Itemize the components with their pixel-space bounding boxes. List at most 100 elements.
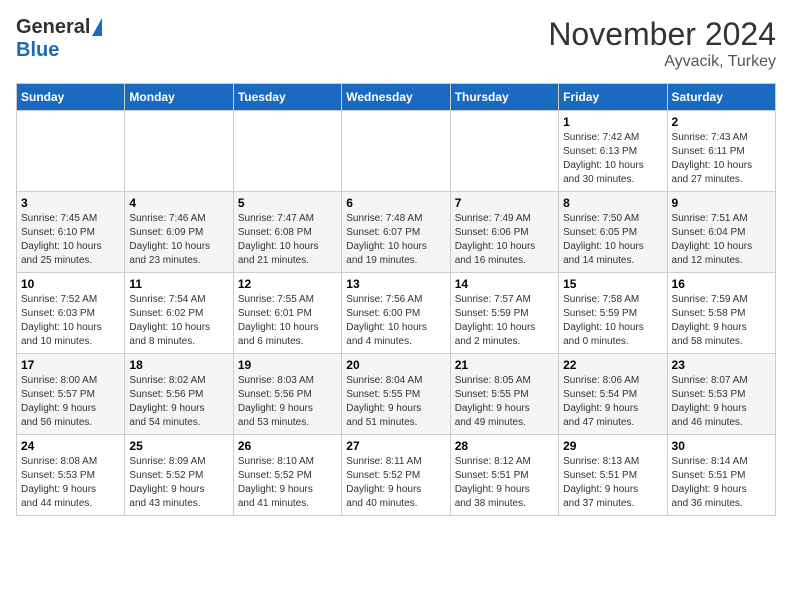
day-number: 14 — [455, 277, 554, 291]
calendar-cell: 25Sunrise: 8:09 AM Sunset: 5:52 PM Dayli… — [125, 435, 233, 516]
calendar-cell: 16 Sunrise: 7:59 AM Sunset: 5:58 PM Dayli… — [667, 273, 775, 354]
day-number: 16 — [672, 277, 771, 291]
day-info: Sunrise: 7:49 AM Sunset: 6:06 PM Dayligh… — [455, 212, 554, 268]
calendar-cell: 9 Sunrise: 7:51 AM Sunset: 6:04 PM Daylig… — [667, 192, 775, 273]
day-number: 18 — [129, 358, 228, 372]
calendar-cell: 22 Sunrise: 8:06 AM Sunset: 5:54 PM Dayli… — [559, 354, 667, 435]
day-number: 21 — [455, 358, 554, 372]
page-header: General Blue November 2024 Ayvacik, Turk… — [16, 16, 776, 71]
day-number: 23 — [672, 358, 771, 372]
calendar-week-row: 24 Sunrise: 8:08 AM Sunset: 5:53 PM Dayli… — [17, 435, 776, 516]
day-info: Sunrise: 8:05 AM Sunset: 5:55 PM Dayligh… — [455, 374, 554, 430]
day-info: Sunrise: 8:02 AM Sunset: 5:56 PM Dayligh… — [129, 374, 228, 430]
calendar-cell: 18 Sunrise: 8:02 AM Sunset: 5:56 PM Dayli… — [125, 354, 233, 435]
day-info: Sunrise: 7:48 AM Sunset: 6:07 PM Dayligh… — [346, 212, 445, 268]
weekday-header-saturday: Saturday — [667, 84, 775, 111]
day-number: 11 — [129, 277, 228, 291]
day-info: Sunrise: 7:56 AM Sunset: 6:00 PM Dayligh… — [346, 293, 445, 349]
day-number: 17 — [21, 358, 120, 372]
calendar-cell: 10Sunrise: 7:52 AM Sunset: 6:03 PM Dayli… — [17, 273, 125, 354]
calendar-cell: 11 Sunrise: 7:54 AM Sunset: 6:02 PM Dayli… — [125, 273, 233, 354]
weekday-header-tuesday: Tuesday — [233, 84, 341, 111]
day-number: 30 — [672, 439, 771, 453]
weekday-header-thursday: Thursday — [450, 84, 558, 111]
location-text: Ayvacik, Turkey — [548, 53, 776, 71]
day-info: Sunrise: 8:07 AM Sunset: 5:53 PM Dayligh… — [672, 374, 771, 430]
calendar-table: SundayMondayTuesdayWednesdayThursdayFrid… — [16, 83, 776, 516]
calendar-cell — [342, 111, 450, 192]
logo-triangle-icon — [92, 18, 102, 36]
calendar-cell: 17 Sunrise: 8:00 AM Sunset: 5:57 PM Dayli… — [17, 354, 125, 435]
day-number: 29 — [563, 439, 662, 453]
title-block: November 2024 Ayvacik, Turkey — [548, 16, 776, 71]
day-info: Sunrise: 7:57 AM Sunset: 5:59 PM Dayligh… — [455, 293, 554, 349]
day-info: Sunrise: 8:08 AM Sunset: 5:53 PM Dayligh… — [21, 455, 120, 511]
calendar-cell — [125, 111, 233, 192]
day-number: 9 — [672, 196, 771, 210]
calendar-cell: 13 Sunrise: 7:56 AM Sunset: 6:00 PM Dayli… — [342, 273, 450, 354]
weekday-header-monday: Monday — [125, 84, 233, 111]
calendar-cell: 4Sunrise: 7:46 AM Sunset: 6:09 PM Daylig… — [125, 192, 233, 273]
calendar-cell: 6 Sunrise: 7:48 AM Sunset: 6:07 PM Daylig… — [342, 192, 450, 273]
calendar-week-row: 1Sunrise: 7:42 AM Sunset: 6:13 PM Daylig… — [17, 111, 776, 192]
day-info: Sunrise: 8:11 AM Sunset: 5:52 PM Dayligh… — [346, 455, 445, 511]
day-number: 8 — [563, 196, 662, 210]
day-number: 3 — [21, 196, 120, 210]
calendar-cell: 1Sunrise: 7:42 AM Sunset: 6:13 PM Daylig… — [559, 111, 667, 192]
calendar-cell: 28 Sunrise: 8:12 AM Sunset: 5:51 PM Dayli… — [450, 435, 558, 516]
day-number: 28 — [455, 439, 554, 453]
day-info: Sunrise: 7:43 AM Sunset: 6:11 PM Dayligh… — [672, 131, 771, 187]
calendar-cell: 24 Sunrise: 8:08 AM Sunset: 5:53 PM Dayli… — [17, 435, 125, 516]
calendar-cell: 5 Sunrise: 7:47 AM Sunset: 6:08 PM Daylig… — [233, 192, 341, 273]
day-number: 26 — [238, 439, 337, 453]
day-number: 10 — [21, 277, 120, 291]
day-info: Sunrise: 7:42 AM Sunset: 6:13 PM Dayligh… — [563, 131, 662, 187]
day-number: 22 — [563, 358, 662, 372]
day-info: Sunrise: 7:45 AM Sunset: 6:10 PM Dayligh… — [21, 212, 120, 268]
day-info: Sunrise: 8:12 AM Sunset: 5:51 PM Dayligh… — [455, 455, 554, 511]
day-number: 7 — [455, 196, 554, 210]
day-number: 15 — [563, 277, 662, 291]
day-info: Sunrise: 7:59 AM Sunset: 5:58 PM Dayligh… — [672, 293, 771, 349]
day-number: 25 — [129, 439, 228, 453]
day-info: Sunrise: 8:03 AM Sunset: 5:56 PM Dayligh… — [238, 374, 337, 430]
calendar-cell: 2Sunrise: 7:43 AM Sunset: 6:11 PM Daylig… — [667, 111, 775, 192]
day-info: Sunrise: 8:10 AM Sunset: 5:52 PM Dayligh… — [238, 455, 337, 511]
calendar-cell: 7 Sunrise: 7:49 AM Sunset: 6:06 PM Daylig… — [450, 192, 558, 273]
calendar-cell — [450, 111, 558, 192]
calendar-cell: 19 Sunrise: 8:03 AM Sunset: 5:56 PM Dayli… — [233, 354, 341, 435]
calendar-header-row: SundayMondayTuesdayWednesdayThursdayFrid… — [17, 84, 776, 111]
day-info: Sunrise: 8:00 AM Sunset: 5:57 PM Dayligh… — [21, 374, 120, 430]
day-number: 6 — [346, 196, 445, 210]
calendar-week-row: 10Sunrise: 7:52 AM Sunset: 6:03 PM Dayli… — [17, 273, 776, 354]
day-info: Sunrise: 7:58 AM Sunset: 5:59 PM Dayligh… — [563, 293, 662, 349]
calendar-cell: 23 Sunrise: 8:07 AM Sunset: 5:53 PM Dayli… — [667, 354, 775, 435]
calendar-cell: 29 Sunrise: 8:13 AM Sunset: 5:51 PM Dayli… — [559, 435, 667, 516]
logo-general-text: General — [16, 16, 90, 39]
day-number: 4 — [129, 196, 228, 210]
day-info: Sunrise: 7:47 AM Sunset: 6:08 PM Dayligh… — [238, 212, 337, 268]
weekday-header-sunday: Sunday — [17, 84, 125, 111]
day-info: Sunrise: 8:04 AM Sunset: 5:55 PM Dayligh… — [346, 374, 445, 430]
day-info: Sunrise: 7:51 AM Sunset: 6:04 PM Dayligh… — [672, 212, 771, 268]
weekday-header-wednesday: Wednesday — [342, 84, 450, 111]
calendar-cell: 20Sunrise: 8:04 AM Sunset: 5:55 PM Dayli… — [342, 354, 450, 435]
day-info: Sunrise: 7:55 AM Sunset: 6:01 PM Dayligh… — [238, 293, 337, 349]
logo-blue-text: Blue — [16, 39, 59, 62]
day-info: Sunrise: 8:13 AM Sunset: 5:51 PM Dayligh… — [563, 455, 662, 511]
calendar-cell: 21 Sunrise: 8:05 AM Sunset: 5:55 PM Dayli… — [450, 354, 558, 435]
day-info: Sunrise: 8:06 AM Sunset: 5:54 PM Dayligh… — [563, 374, 662, 430]
day-number: 12 — [238, 277, 337, 291]
calendar-cell — [17, 111, 125, 192]
calendar-cell: 27Sunrise: 8:11 AM Sunset: 5:52 PM Dayli… — [342, 435, 450, 516]
calendar-cell: 30Sunrise: 8:14 AM Sunset: 5:51 PM Dayli… — [667, 435, 775, 516]
day-number: 19 — [238, 358, 337, 372]
day-info: Sunrise: 7:54 AM Sunset: 6:02 PM Dayligh… — [129, 293, 228, 349]
month-title: November 2024 — [548, 16, 776, 53]
day-number: 5 — [238, 196, 337, 210]
day-number: 13 — [346, 277, 445, 291]
day-number: 24 — [21, 439, 120, 453]
day-info: Sunrise: 7:50 AM Sunset: 6:05 PM Dayligh… — [563, 212, 662, 268]
calendar-cell: 14 Sunrise: 7:57 AM Sunset: 5:59 PM Dayli… — [450, 273, 558, 354]
calendar-cell: 26 Sunrise: 8:10 AM Sunset: 5:52 PM Dayli… — [233, 435, 341, 516]
